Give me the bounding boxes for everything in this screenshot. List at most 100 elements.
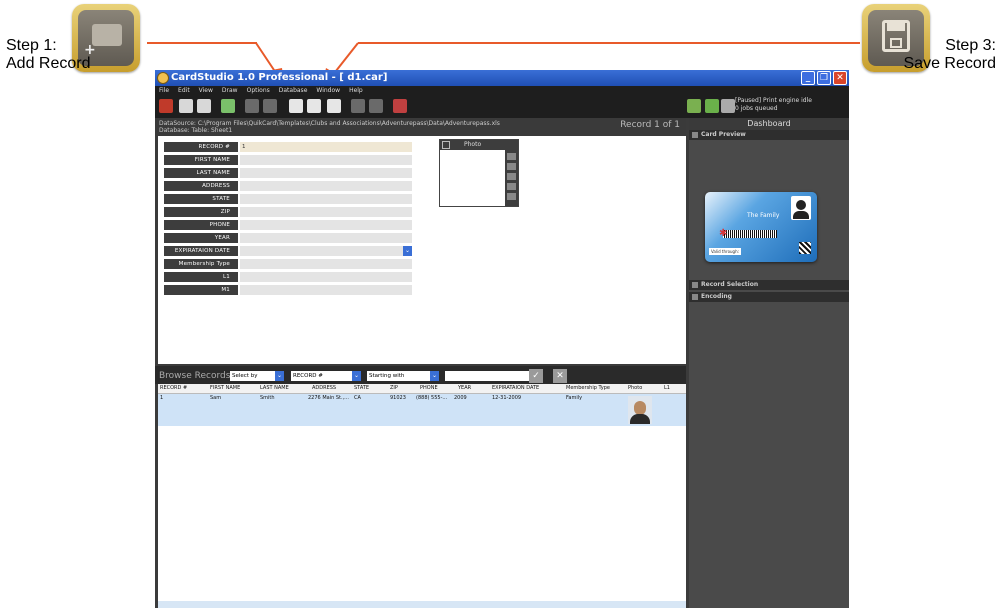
encoding-section[interactable]: Encoding	[689, 292, 849, 302]
last-record-icon[interactable]	[369, 99, 383, 113]
cell-first-name: Sam	[210, 395, 222, 401]
first-record-icon[interactable]	[245, 99, 259, 113]
column-header[interactable]: YEAR	[458, 384, 471, 393]
phone-input[interactable]	[240, 220, 412, 230]
record-selection-section[interactable]: Record Selection	[689, 280, 849, 290]
clear-filter-icon[interactable]: ✕	[553, 369, 567, 383]
previous-record-icon[interactable]	[263, 99, 277, 113]
year-input[interactable]	[240, 233, 412, 243]
minimize-button[interactable]: _	[801, 71, 815, 85]
field-membership-type: Membership Type	[164, 259, 412, 269]
zip-input[interactable]	[240, 207, 412, 217]
column-header[interactable]: Membership Type	[566, 384, 610, 393]
print-settings-icon[interactable]	[687, 99, 701, 113]
title-bar: CardStudio 1.0 Professional - [ d1.car] …	[155, 70, 849, 86]
menu-draw[interactable]: Draw	[222, 86, 238, 96]
search-input[interactable]	[445, 371, 535, 381]
refresh-icon[interactable]	[159, 99, 173, 113]
menu-window[interactable]: Window	[316, 86, 340, 96]
photo-tools	[505, 150, 518, 206]
card-preview: The Family ✱ Valid through:	[705, 192, 817, 262]
chevron-down-icon[interactable]: ⌄	[275, 371, 284, 381]
column-header[interactable]: STATE	[354, 384, 369, 393]
field-year: YEAR	[164, 233, 412, 243]
table-row[interactable]: 1 Sam Smith 2276 Main St.,... CA 91023 (…	[158, 394, 686, 426]
column-header[interactable]: L1	[664, 384, 670, 393]
apply-filter-icon[interactable]: ✓	[529, 369, 543, 383]
cell-phone: (888) 555-...	[416, 395, 448, 401]
last-name-input[interactable]	[240, 168, 412, 178]
dashboard-title: Dashboard	[689, 118, 849, 130]
field-l1: L1	[164, 272, 412, 282]
print-icon[interactable]	[393, 99, 407, 113]
first-name-input[interactable]	[240, 155, 412, 165]
window-title: CardStudio 1.0 Professional - [ d1.car]	[171, 72, 388, 83]
play-icon[interactable]	[705, 99, 719, 113]
match-mode-dropdown[interactable]: Starting with ⌄	[367, 371, 439, 381]
records-grid: 1 Sam Smith 2276 Main St.,... CA 91023 (…	[158, 394, 686, 604]
select-by-dropdown[interactable]: Select by ⌄	[230, 371, 284, 381]
column-header[interactable]: LAST NAME	[260, 384, 289, 393]
new-icon[interactable]	[179, 99, 193, 113]
chevron-down-icon[interactable]: ⌄	[403, 246, 412, 256]
menu-edit[interactable]: Edit	[178, 86, 190, 96]
column-header[interactable]: ZIP	[390, 384, 398, 393]
expiration-date-input[interactable]: ⌄	[240, 246, 412, 256]
dashboard-panel: Dashboard Card Preview The Family ✱ Vali…	[689, 118, 849, 608]
card-preview-section[interactable]: Card Preview	[689, 130, 849, 140]
print-status: [Paused] Print engine idle 0 jobs queued	[735, 97, 812, 113]
menu-file[interactable]: File	[159, 86, 169, 96]
delete-record-icon[interactable]	[327, 99, 341, 113]
settings-icon[interactable]	[507, 193, 516, 200]
membership-type-input[interactable]	[240, 259, 412, 269]
chevron-down-icon[interactable]: ⌄	[430, 371, 439, 381]
card-barcode	[723, 230, 777, 238]
cell-zip: 91023	[390, 395, 406, 401]
next-record-icon[interactable]	[351, 99, 365, 113]
column-header[interactable]: EXPIRATAION DATE	[492, 384, 539, 393]
step1-line1: Step 1:	[6, 37, 57, 54]
column-header[interactable]: RECORD #	[160, 384, 187, 393]
step3-line2: Save Record	[903, 55, 997, 72]
photo-header: Photo	[440, 140, 518, 150]
horizontal-scrollbar[interactable]	[158, 601, 686, 608]
stop-icon[interactable]	[721, 99, 735, 113]
restore-button[interactable]: ❐	[817, 71, 831, 85]
m1-input[interactable]	[240, 285, 412, 295]
field-zip: ZIP	[164, 207, 412, 217]
record-number-input[interactable]: 1	[240, 142, 412, 152]
datasource-strip: DataSource: C:\Program Files\QuikCard\Te…	[155, 118, 686, 136]
address-input[interactable]	[240, 181, 412, 191]
field-label: ADDRESS	[164, 181, 238, 191]
menu-view[interactable]: View	[199, 86, 213, 96]
l1-input[interactable]	[240, 272, 412, 282]
column-header[interactable]: FIRST NAME	[210, 384, 240, 393]
menu-options[interactable]: Options	[247, 86, 270, 96]
datasource-path: DataSource: C:\Program Files\QuikCard\Te…	[159, 120, 500, 127]
camera-icon[interactable]	[507, 153, 516, 160]
edit-icon[interactable]	[507, 183, 516, 190]
field-first-name: FIRST NAME	[164, 155, 412, 165]
cell-expiration-date: 12-31-2009	[492, 395, 522, 401]
folder-icon[interactable]	[507, 173, 516, 180]
chevron-down-icon[interactable]: ⌄	[352, 371, 361, 381]
add-record-icon[interactable]	[289, 99, 303, 113]
app-icon	[157, 72, 169, 84]
menu-help[interactable]: Help	[349, 86, 363, 96]
photo-field[interactable]: Photo	[439, 139, 519, 207]
save-record-icon[interactable]	[307, 99, 321, 113]
grid-icon[interactable]	[221, 99, 235, 113]
menu-database[interactable]: Database	[279, 86, 308, 96]
field-m1: M1	[164, 285, 412, 295]
field-label: M1	[164, 285, 238, 295]
column-header[interactable]: PHONE	[420, 384, 438, 393]
column-header[interactable]: ADDRESS	[312, 384, 336, 393]
card-2d-code	[799, 242, 811, 254]
field-dropdown[interactable]: RECORD # ⌄	[291, 371, 361, 381]
close-button[interactable]: ✕	[833, 71, 847, 85]
scanner-icon[interactable]	[507, 163, 516, 170]
state-input[interactable]	[240, 194, 412, 204]
open-icon[interactable]	[197, 99, 211, 113]
field-record-number: RECORD # 1	[164, 142, 412, 152]
column-header[interactable]: Photo	[628, 384, 642, 393]
